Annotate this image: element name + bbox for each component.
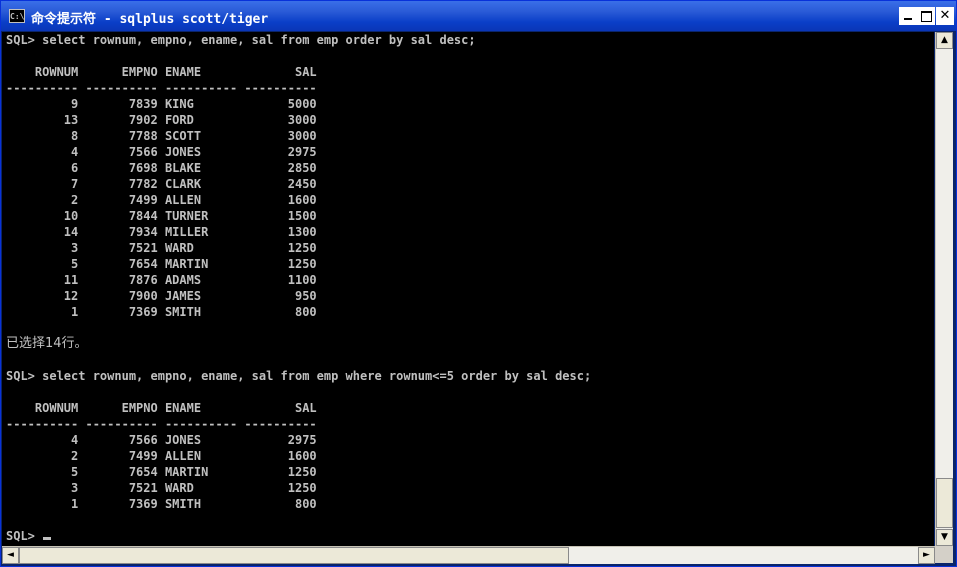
console-line: 6 7698 BLAKE 2850 [6, 161, 317, 175]
console-line: 9 7839 KING 5000 [6, 97, 317, 111]
console-line: 14 7934 MILLER 1300 [6, 225, 317, 239]
scroll-down-button[interactable]: ▼ [936, 529, 953, 546]
console-line: 已选择14行。 [6, 336, 88, 351]
cmd-icon[interactable]: C:\ [9, 9, 25, 23]
vertical-scrollbar[interactable]: ▲ ▼ [935, 32, 953, 546]
console-line: 2 7499 ALLEN 1600 [6, 193, 317, 207]
console-line: ROWNUM EMPNO ENAME SAL [6, 65, 317, 79]
console-line: 7 7782 CLARK 2450 [6, 177, 317, 191]
scroll-up-button[interactable]: ▲ [936, 32, 953, 49]
console-line: 5 7654 MARTIN 1250 [6, 257, 317, 271]
console-prompt-line[interactable]: SQL> [6, 528, 934, 544]
console-line: 4 7566 JONES 2975 [6, 433, 317, 447]
console-line: 1 7369 SMITH 800 [6, 497, 317, 511]
console-output[interactable]: SQL> select rownum, empno, ename, sal fr… [2, 32, 934, 546]
maximize-icon [920, 11, 932, 22]
console-line: 1 7369 SMITH 800 [6, 305, 317, 319]
vertical-scroll-thumb[interactable] [936, 478, 953, 528]
console-line: ---------- ---------- ---------- -------… [6, 417, 317, 431]
horizontal-scrollbar[interactable]: ◄ ► [2, 546, 935, 564]
console-line: 3 7521 WARD 1250 [6, 241, 317, 255]
console-line: 8 7788 SCOTT 3000 [6, 129, 317, 143]
console-line: 4 7566 JONES 2975 [6, 145, 317, 159]
scrollbar-corner [935, 546, 953, 563]
console-line: 2 7499 ALLEN 1600 [6, 449, 317, 463]
maximize-button[interactable] [917, 7, 935, 25]
minimize-button[interactable] [899, 7, 917, 25]
window-title: 命令提示符 - sqlplus scott/tiger [31, 12, 269, 27]
console-line: 3 7521 WARD 1250 [6, 481, 317, 495]
minimize-icon [904, 18, 912, 20]
close-icon: ✕ [939, 8, 951, 23]
scroll-right-button[interactable]: ► [918, 547, 935, 564]
title-bar[interactable]: C:\ 命令提示符 - sqlplus scott/tiger ✕ [1, 1, 956, 31]
console-line: 13 7902 FORD 3000 [6, 113, 317, 127]
console-line: 12 7900 JAMES 950 [6, 289, 317, 303]
console-window: C:\ 命令提示符 - sqlplus scott/tiger ✕ SQL> s… [0, 0, 957, 567]
cursor-icon [43, 537, 52, 540]
console-line: 10 7844 TURNER 1500 [6, 209, 317, 223]
console-line: SQL> select rownum, empno, ename, sal fr… [6, 33, 476, 47]
console-line: 5 7654 MARTIN 1250 [6, 465, 317, 479]
console-line: 11 7876 ADAMS 1100 [6, 273, 317, 287]
console-line: ---------- ---------- ---------- -------… [6, 81, 317, 95]
console-text: SQL> select rownum, empno, ename, sal fr… [2, 32, 934, 544]
console-line: SQL> select rownum, empno, ename, sal fr… [6, 369, 592, 383]
console-prompt: SQL> [6, 529, 43, 543]
console-line: ROWNUM EMPNO ENAME SAL [6, 401, 317, 415]
scroll-left-button[interactable]: ◄ [2, 547, 19, 564]
close-button[interactable]: ✕ [936, 7, 954, 25]
horizontal-scroll-thumb[interactable] [19, 547, 569, 564]
